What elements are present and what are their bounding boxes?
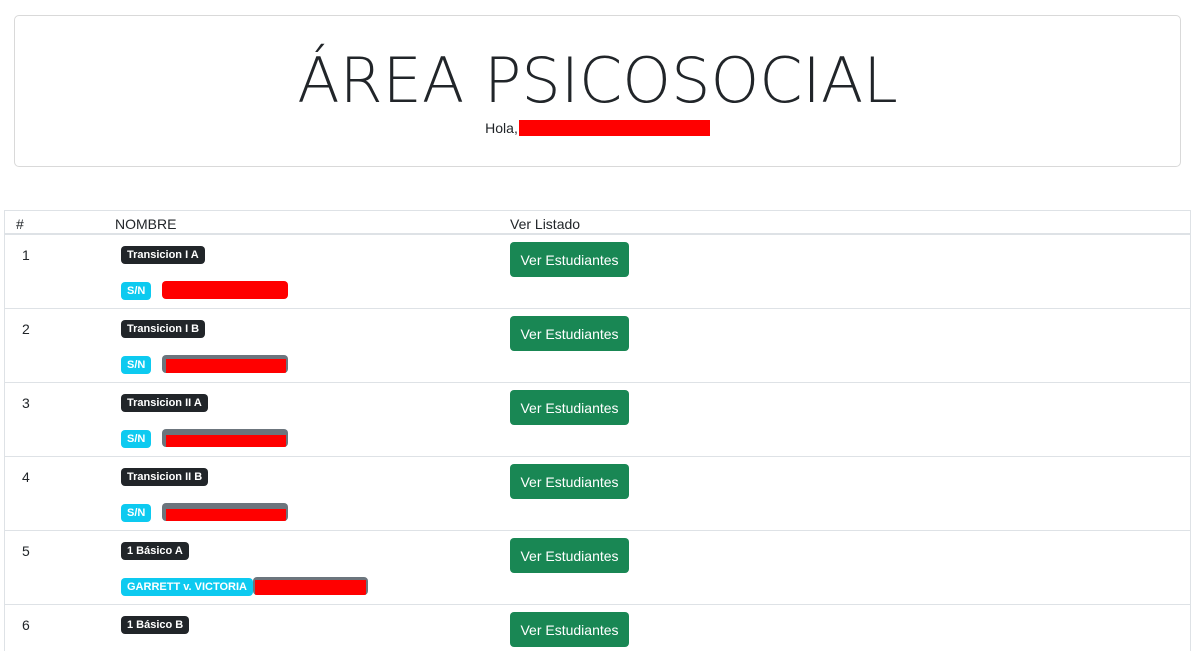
table-row: 2 Transicion I B S/N Ver Estudiantes [5, 309, 1190, 383]
course-badge: Transicion II A [121, 394, 208, 412]
row-number: 4 [22, 469, 30, 485]
course-badge: Transicion II B [121, 468, 209, 486]
teacher-badge: GARRETT v. VICTORIA [121, 578, 253, 596]
redacted-teacher-name [162, 281, 288, 299]
view-students-button[interactable]: Ver Estudiantes [510, 612, 629, 647]
row-number: 2 [22, 321, 30, 337]
row-number: 5 [22, 543, 30, 559]
table-row: 1 Transicion I A S/N Ver Estudiantes [5, 235, 1190, 309]
row-number: 1 [22, 247, 30, 263]
table-row: 4 Transicion II B S/N Ver Estudiantes [5, 457, 1190, 531]
course-badge: 1 Básico A [121, 542, 189, 560]
redacted-teacher-name [253, 577, 368, 595]
redacted-teacher-name [162, 429, 288, 447]
view-students-button[interactable]: Ver Estudiantes [510, 316, 629, 351]
row-number: 3 [22, 395, 30, 411]
view-students-button[interactable]: Ver Estudiantes [510, 390, 629, 425]
greeting-label: Hola, [485, 120, 518, 136]
table-row: 3 Transicion II A S/N Ver Estudiantes [5, 383, 1190, 457]
table-row: 6 1 Básico B Ver Estudiantes [5, 605, 1190, 651]
teacher-badge: S/N [121, 504, 152, 522]
column-header-name: NOMBRE [115, 216, 177, 232]
view-students-button[interactable]: Ver Estudiantes [510, 538, 629, 573]
redacted-teacher-name [162, 355, 288, 373]
teacher-badge: S/N [121, 430, 152, 448]
table-header: # NOMBRE Ver Listado [5, 211, 1190, 235]
header-card: ÁREA PSICOSOCIAL Hola, [14, 15, 1181, 167]
column-header-number: # [16, 216, 24, 232]
table-row: 5 1 Básico A GARRETT v. VICTORIA Ver Est… [5, 531, 1190, 605]
greeting: Hola, [15, 120, 1180, 136]
course-badge: Transicion I A [121, 246, 205, 264]
course-badge: 1 Básico B [121, 616, 190, 634]
teacher-badge: S/N [121, 356, 152, 374]
redacted-username [518, 120, 710, 136]
view-students-button[interactable]: Ver Estudiantes [510, 464, 629, 499]
courses-table: # NOMBRE Ver Listado 1 Transicion I A S/… [4, 210, 1191, 651]
teacher-badge: S/N [121, 282, 152, 300]
row-number: 6 [22, 617, 30, 633]
page-title: ÁREA PSICOSOCIAL [297, 44, 898, 117]
redacted-teacher-name [162, 503, 288, 521]
column-header-action: Ver Listado [510, 216, 581, 232]
course-badge: Transicion I B [121, 320, 206, 338]
view-students-button[interactable]: Ver Estudiantes [510, 242, 629, 277]
